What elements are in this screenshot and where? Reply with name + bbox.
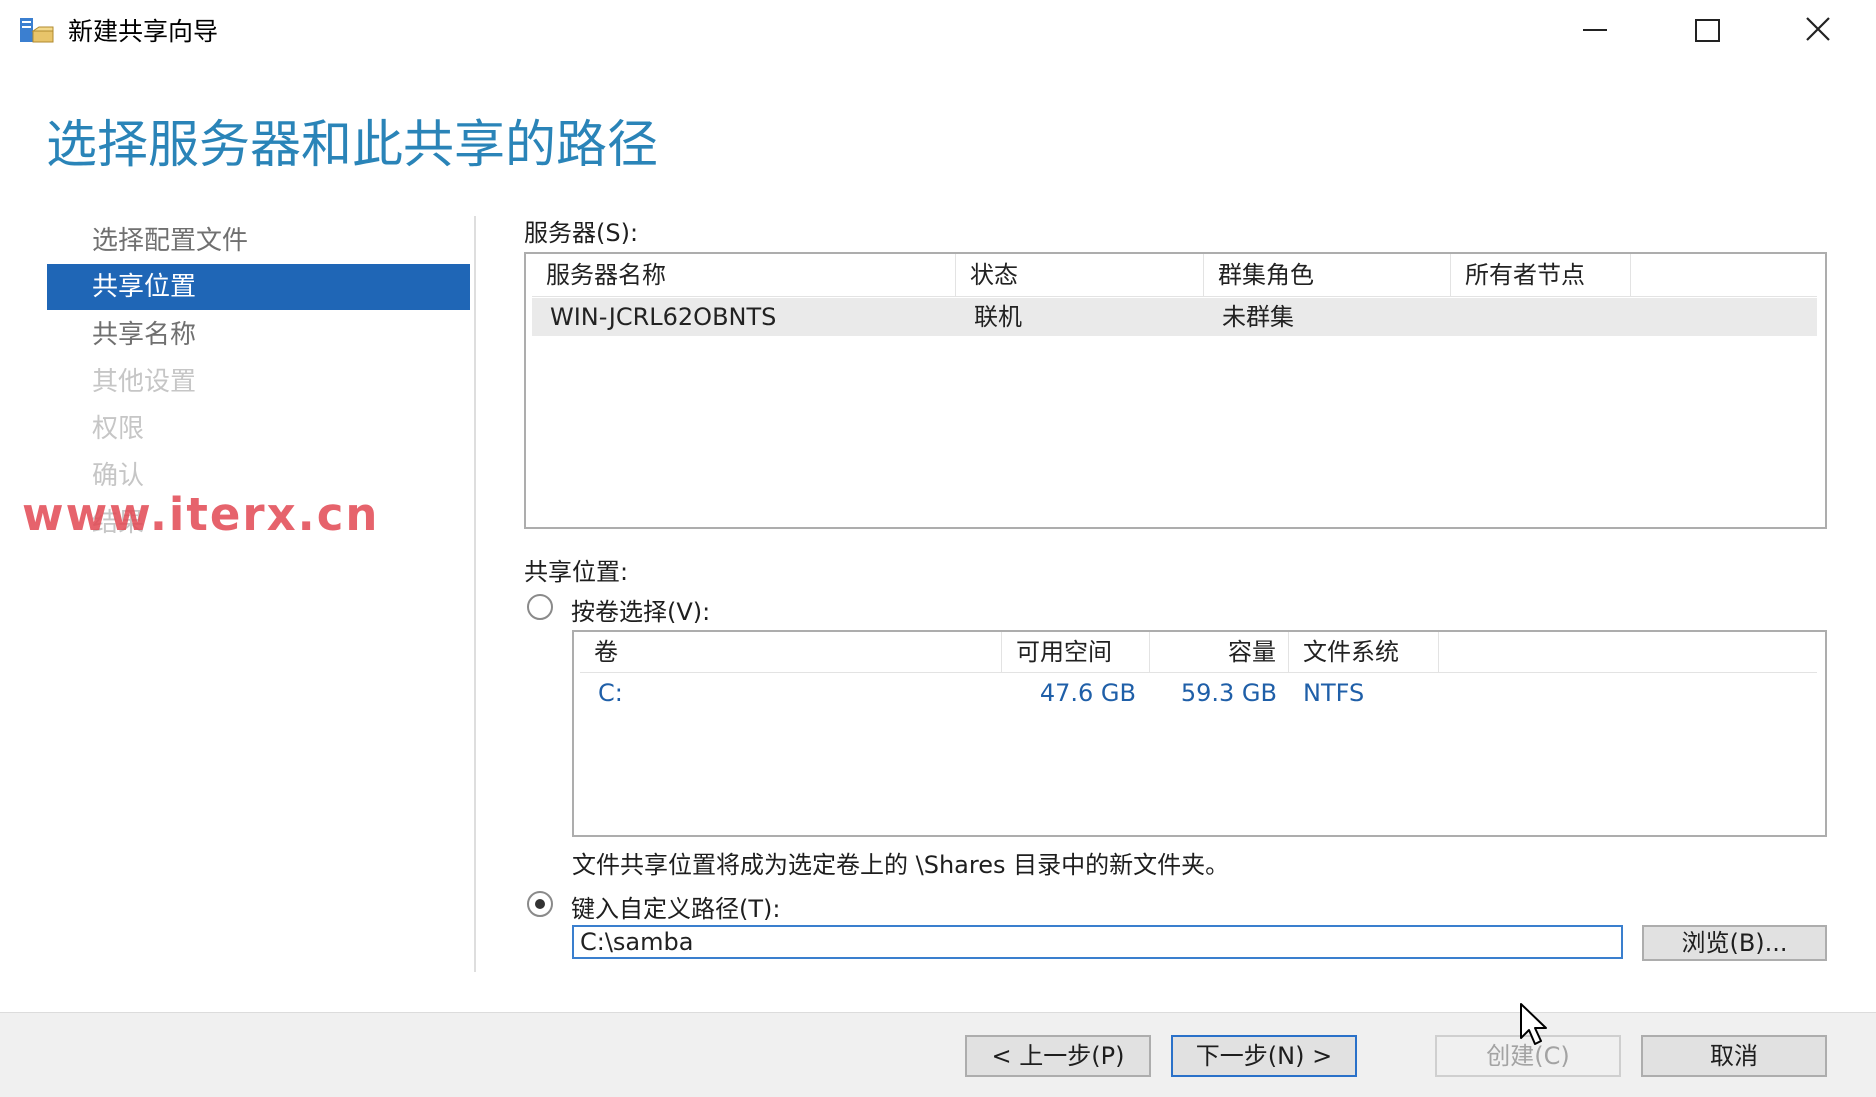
volume-cell: C:	[598, 679, 623, 707]
title-bar: 新建共享向导	[0, 0, 1876, 58]
share-location-label: 共享位置:	[524, 558, 629, 586]
column-header-cluster-role[interactable]: 群集角色	[1204, 254, 1451, 296]
free-space-cell: 47.6 GB	[1039, 679, 1136, 707]
server-list-header: 服务器名称 状态 群集角色 所有者节点	[532, 254, 1817, 297]
nav-item-other-settings: 其他设置	[92, 367, 197, 397]
nav-item-permissions: 权限	[92, 414, 145, 444]
wizard-footer: < 上一步(P) 下一步(N) > 创建(C) 取消	[0, 1012, 1876, 1097]
close-button[interactable]	[1762, 0, 1874, 58]
server-status-cell: 联机	[974, 303, 1022, 331]
close-icon	[1806, 17, 1830, 41]
servers-label: 服务器(S):	[524, 219, 639, 247]
table-row[interactable]: C: 47.6 GB 59.3 GB NTFS	[580, 674, 1817, 712]
previous-button[interactable]: < 上一步(P)	[965, 1035, 1151, 1077]
mouse-cursor-icon	[1520, 1003, 1547, 1045]
capacity-cell: 59.3 GB	[1180, 679, 1277, 707]
nav-item-share-name[interactable]: 共享名称	[47, 312, 470, 358]
volume-note: 文件共享位置将成为选定卷上的 \Shares 目录中的新文件夹。	[572, 851, 1230, 879]
column-header-volume[interactable]: 卷	[580, 632, 1002, 672]
watermark: www.iterx.cn	[22, 488, 380, 541]
cluster-role-cell: 未群集	[1222, 303, 1294, 331]
page-title: 选择服务器和此共享的路径	[46, 116, 659, 175]
table-row[interactable]: WIN-JCRL62OBNTS 联机 未群集	[532, 298, 1817, 336]
volume-list[interactable]: 卷 可用空间 容量 文件系统 C: 47.6 GB 59.3 GB NTFS	[572, 630, 1827, 837]
share-wizard-icon	[19, 15, 55, 45]
nav-item-select-profile[interactable]: 选择配置文件	[47, 218, 470, 264]
server-name-cell: WIN-JCRL62OBNTS	[550, 303, 777, 331]
file-system-cell: NTFS	[1303, 679, 1365, 707]
browse-button[interactable]: 浏览(B)...	[1642, 925, 1827, 961]
column-header-file-system[interactable]: 文件系统	[1289, 632, 1439, 672]
minimize-button[interactable]	[1538, 0, 1650, 58]
column-header-capacity[interactable]: 容量	[1150, 632, 1289, 672]
select-by-volume-radio[interactable]	[527, 594, 553, 620]
nav-divider	[474, 216, 476, 972]
nav-item-share-location[interactable]: 共享位置	[47, 264, 470, 310]
custom-path-radio[interactable]	[527, 891, 553, 917]
maximize-icon	[1695, 19, 1720, 42]
next-button[interactable]: 下一步(N) >	[1171, 1035, 1357, 1077]
maximize-button[interactable]	[1650, 0, 1762, 58]
volume-list-header: 卷 可用空间 容量 文件系统	[580, 632, 1817, 673]
select-by-volume-label[interactable]: 按卷选择(V):	[571, 592, 710, 627]
column-header-server-name[interactable]: 服务器名称	[532, 254, 956, 296]
window-title: 新建共享向导	[68, 17, 219, 46]
column-header-status[interactable]: 状态	[956, 254, 1204, 296]
minimize-icon	[1583, 29, 1607, 31]
custom-path-input[interactable]	[572, 925, 1623, 959]
column-header-free-space[interactable]: 可用空间	[1002, 632, 1150, 672]
custom-path-label[interactable]: 键入自定义路径(T):	[571, 889, 780, 924]
column-header-owner-node[interactable]: 所有者节点	[1451, 254, 1631, 296]
server-list[interactable]: 服务器名称 状态 群集角色 所有者节点 WIN-JCRL62OBNTS 联机 未…	[524, 252, 1827, 529]
cancel-button[interactable]: 取消	[1641, 1035, 1827, 1077]
